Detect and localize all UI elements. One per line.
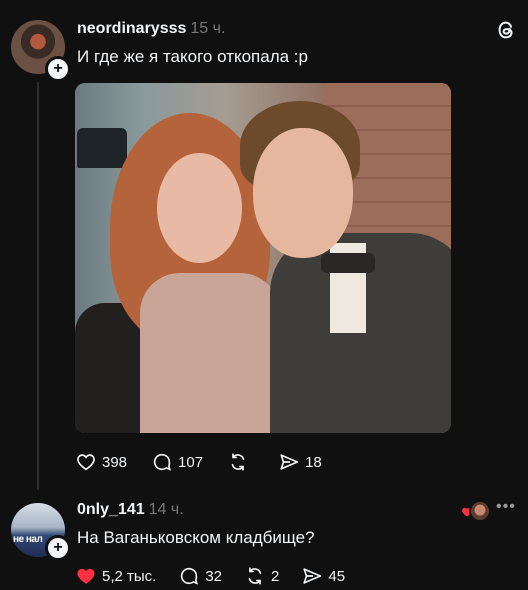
- comment-count: 32: [205, 567, 223, 585]
- repost-icon: [248, 567, 262, 585]
- post-username[interactable]: neordinarysss: [77, 20, 186, 37]
- photo-woman-scarf: [140, 273, 280, 433]
- reply-time: 14 ч.: [148, 501, 184, 518]
- more-icon[interactable]: •••: [496, 498, 516, 516]
- photo-man-bowtie: [321, 253, 375, 273]
- like-count: 398: [102, 453, 128, 471]
- share-icon: [280, 454, 299, 470]
- post-header: neordinarysss 15 ч.: [77, 20, 225, 38]
- heart-icon: [77, 454, 95, 471]
- share-count: 18: [305, 453, 322, 471]
- photo-man-face: [253, 128, 353, 258]
- reply-avatar-text: не нал: [13, 534, 43, 545]
- reply-username[interactable]: 0nly_141: [77, 501, 145, 518]
- reply-text: На Ваганьковском кладбище?: [77, 528, 315, 547]
- thread-connector-line: [37, 82, 39, 490]
- repost-button[interactable]: 2: [244, 565, 279, 587]
- share-button[interactable]: 45: [301, 565, 345, 587]
- heart-icon: [77, 568, 95, 584]
- like-button[interactable]: 5,2 тыс.: [75, 565, 156, 587]
- post-text: И где же я такого откопала :р: [77, 47, 308, 66]
- repost-count: 2: [271, 567, 280, 585]
- repost-icon: [231, 453, 245, 471]
- post-actions: 398 107 18: [75, 451, 346, 473]
- comment-button[interactable]: 32: [178, 565, 222, 587]
- comment-icon: [153, 453, 172, 471]
- post-time: 15 ч.: [190, 20, 226, 37]
- liked-by-author[interactable]: [461, 498, 491, 522]
- share-button[interactable]: 18: [278, 451, 322, 473]
- photo-car: [77, 128, 127, 168]
- follow-plus-icon[interactable]: +: [45, 535, 71, 561]
- author-avatar-small: [469, 500, 491, 522]
- like-count: 5,2 тыс.: [102, 567, 157, 585]
- comment-icon: [181, 567, 199, 585]
- repost-button[interactable]: [227, 451, 254, 473]
- follow-plus-icon[interactable]: +: [45, 56, 71, 82]
- photo-woman-face: [157, 153, 242, 263]
- threads-logo-icon[interactable]: [495, 18, 517, 42]
- share-count: 45: [328, 567, 346, 585]
- comment-count: 107: [178, 453, 204, 471]
- comment-button[interactable]: 107: [151, 451, 203, 473]
- reply-actions: 5,2 тыс. 32 2 45: [75, 565, 367, 587]
- post-photo[interactable]: [75, 83, 451, 433]
- like-button[interactable]: 398: [75, 451, 127, 473]
- reply-header: 0nly_141 14 ч.: [77, 501, 184, 519]
- share-icon: [303, 568, 322, 584]
